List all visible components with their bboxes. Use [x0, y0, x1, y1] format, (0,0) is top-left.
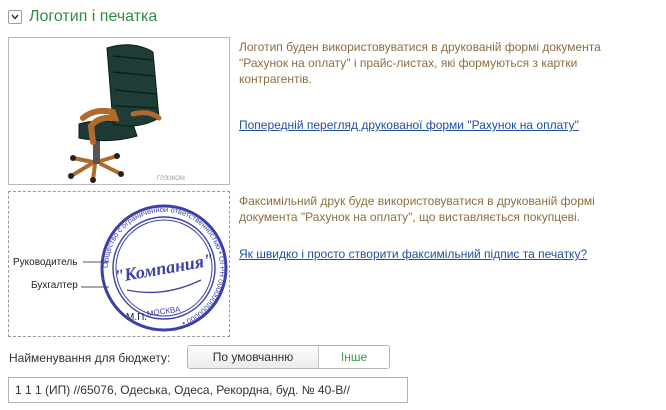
facsimile-seal-image: Руководитель Бухгалтер М.П. Общество с о… — [13, 204, 228, 332]
budget-address-field[interactable]: 1 1 1 (ИП) //65076, Одеська, Одеса, Реко… — [8, 377, 408, 403]
create-facsimile-link[interactable]: Як швидко і просто створити факсимільний… — [239, 247, 587, 261]
budget-option-default[interactable]: По умовчанню — [188, 346, 319, 368]
stamp-description: Факсимільний друк буде використовуватися… — [239, 194, 595, 224]
logo-description: Логотип буден використовуватися в друков… — [239, 40, 601, 86]
stamp-image-frame[interactable]: Руководитель Бухгалтер М.П. Общество с о… — [8, 191, 230, 337]
chevron-down-icon — [11, 14, 19, 20]
image-caption: ГЛЭЗКОМ — [157, 176, 185, 182]
section-header[interactable]: Логотип і печатка — [8, 6, 157, 28]
budget-name-label: Найменування для бюджету: — [9, 351, 171, 365]
invoice-preview-link[interactable]: Попередній перегляд друкованої форми "Ра… — [239, 118, 579, 132]
section-title: Логотип і печатка — [29, 8, 158, 25]
budget-option-other[interactable]: Інше — [319, 346, 389, 368]
budget-name-toggle[interactable]: По умовчанню Інше — [187, 345, 390, 369]
office-chair-image: ГЛЭЗКОМ — [68, 44, 185, 183]
accountant-label: Бухгалтер — [31, 280, 78, 291]
collapse-button[interactable] — [8, 10, 22, 24]
director-label: Руководитель — [13, 257, 77, 268]
logo-image-frame[interactable]: ГЛЭЗКОМ — [8, 37, 230, 185]
